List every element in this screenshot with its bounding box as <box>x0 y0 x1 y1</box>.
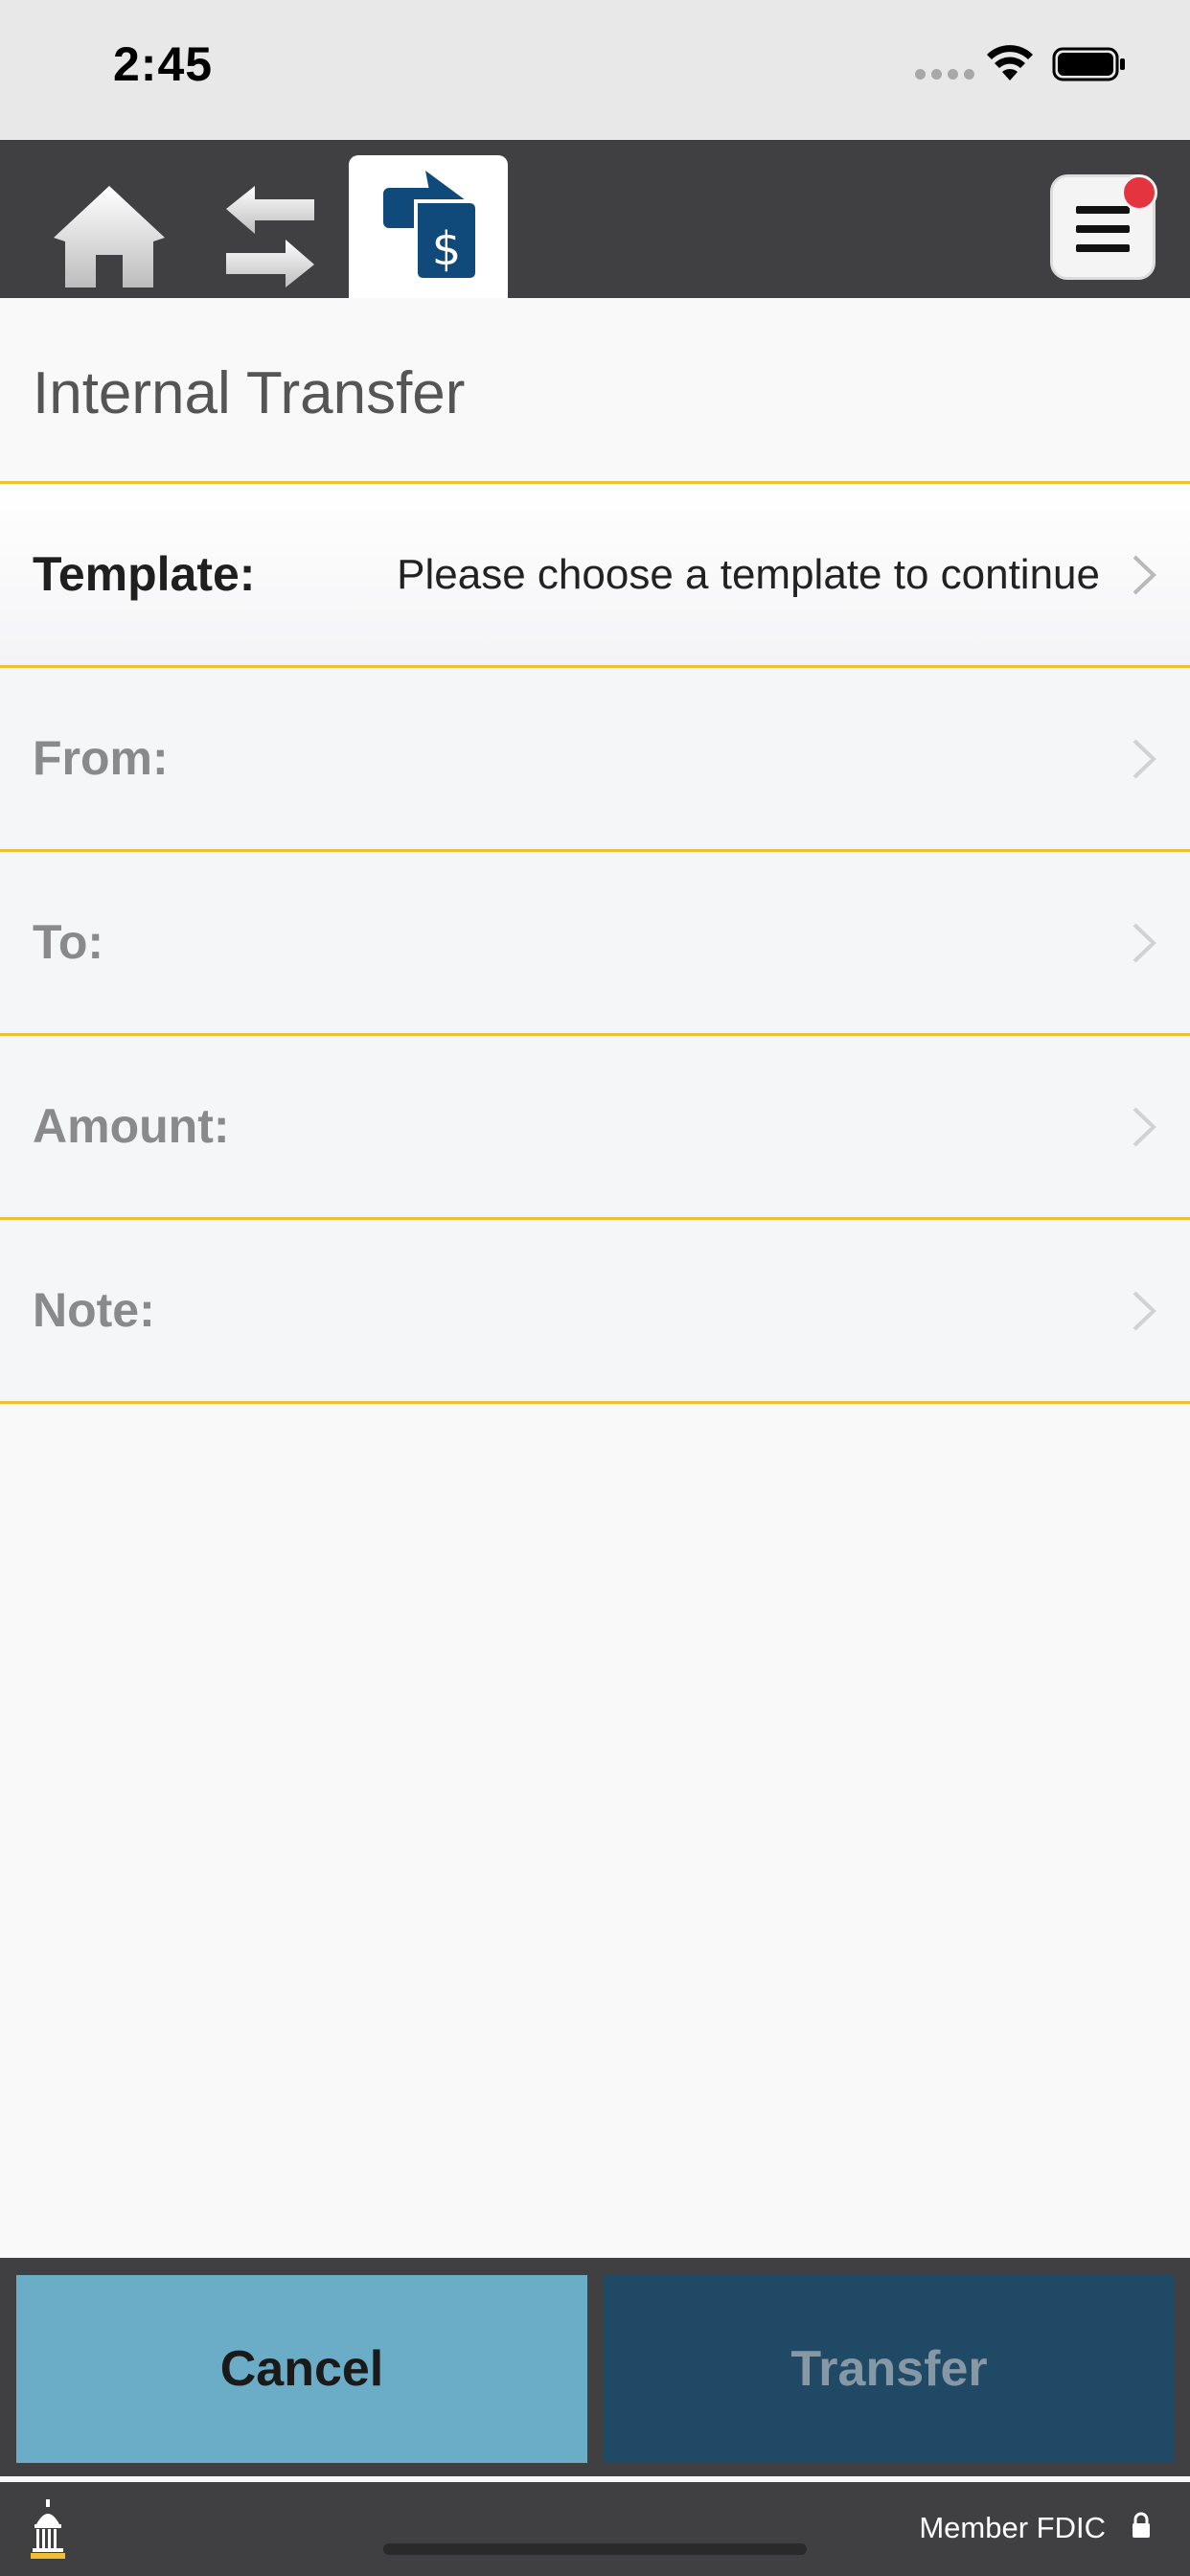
status-time: 2:45 <box>113 37 214 91</box>
battery-icon <box>1052 47 1125 81</box>
home-indicator[interactable] <box>383 2543 807 2555</box>
capitol-building-icon <box>31 2499 65 2559</box>
page-header: Internal Transfer <box>0 298 1190 484</box>
amount-row[interactable]: Amount: <box>0 1036 1190 1220</box>
chevron-right-icon <box>1133 923 1156 963</box>
footer: Member FDIC <box>0 2482 1190 2576</box>
chevron-right-icon <box>1133 1107 1156 1147</box>
template-row[interactable]: Template: Please choose a template to co… <box>0 484 1190 668</box>
to-row[interactable]: To: <box>0 852 1190 1036</box>
page-title: Internal Transfer <box>33 360 466 426</box>
notification-badge <box>1121 174 1157 211</box>
chevron-right-icon <box>1133 739 1156 779</box>
chevron-right-icon <box>1133 1291 1156 1331</box>
member-fdic-text: Member FDIC <box>919 2511 1106 2544</box>
from-row[interactable]: From: <box>0 668 1190 852</box>
note-label: Note: <box>33 1283 155 1337</box>
cellular-signal-icon <box>915 69 974 80</box>
note-row[interactable]: Note: <box>0 1220 1190 1404</box>
action-bar: Cancel Transfer <box>0 2258 1190 2476</box>
transfer-button[interactable]: Transfer <box>604 2275 1175 2463</box>
home-icon[interactable] <box>50 182 169 291</box>
status-bar: 2:45 <box>0 0 1190 140</box>
tab-internal-transfer[interactable]: $ <box>349 155 508 298</box>
lock-icon <box>1133 2512 1150 2538</box>
top-navigation: $ <box>0 140 1190 298</box>
to-label: To: <box>33 915 104 969</box>
template-value: Please choose a template to continue <box>397 551 1100 598</box>
svg-text:$: $ <box>432 222 462 276</box>
cancel-button[interactable]: Cancel <box>16 2275 587 2463</box>
swap-arrows-icon[interactable] <box>222 182 318 291</box>
amount-label: Amount: <box>33 1099 230 1153</box>
transfer-dollar-icon: $ <box>383 171 479 282</box>
menu-icon <box>1076 206 1130 252</box>
chevron-right-icon <box>1133 555 1156 595</box>
template-label: Template: <box>33 547 256 601</box>
wifi-icon <box>987 45 1033 80</box>
from-label: From: <box>33 731 169 785</box>
